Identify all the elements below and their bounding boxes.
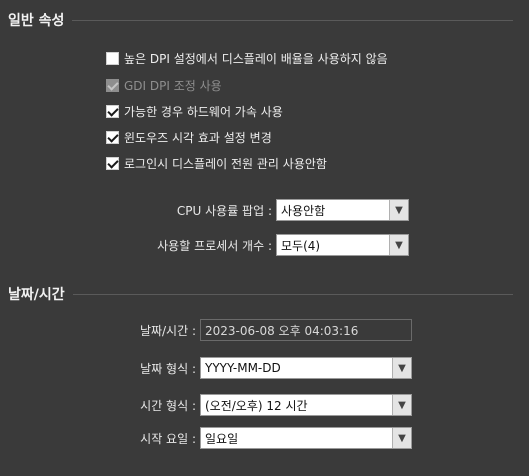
- checkbox: [106, 78, 119, 92]
- current-datetime-row: 날짜/시간 : 2023-06-08 오후 04:03:16: [100, 318, 412, 342]
- cpu-usage-label: CPU 사용률 팝업 :: [176, 203, 272, 218]
- cpu-usage-row: CPU 사용률 팝업 : 사용안함 ▼: [100, 198, 409, 222]
- option-label: 가능한 경우 하드웨어 가속 사용: [124, 104, 283, 119]
- time-format-row: 시간 형식 : (오전/오후) 12 시간 ▼: [100, 393, 412, 417]
- current-datetime-field: 2023-06-08 오후 04:03:16: [200, 319, 412, 341]
- date-format-value: YYYY-MM-DD: [205, 361, 281, 375]
- chevron-down-icon[interactable]: ▼: [392, 395, 411, 415]
- chevron-down-icon[interactable]: ▼: [392, 428, 411, 448]
- current-datetime-value: 2023-06-08 오후 04:03:16: [205, 323, 359, 338]
- processor-count-select[interactable]: 모두(4) ▼: [276, 234, 409, 256]
- option-gdi-dpi-scaling: GDI DPI 조정 사용: [106, 75, 222, 95]
- week-start-select[interactable]: 일요일 ▼: [200, 427, 412, 449]
- week-start-value: 일요일: [205, 431, 239, 446]
- option-label: GDI DPI 조정 사용: [124, 78, 222, 93]
- checkbox[interactable]: [106, 156, 119, 170]
- current-datetime-label: 날짜/시간 :: [139, 323, 196, 338]
- general-section-header: 일반 속성: [0, 10, 529, 30]
- date-format-row: 날짜 형식 : YYYY-MM-DD ▼: [100, 356, 412, 380]
- cpu-usage-value: 사용안함: [281, 203, 326, 218]
- checkbox[interactable]: [106, 51, 119, 65]
- option-label: 로그인시 디스플레이 전원 관리 사용안함: [124, 156, 327, 171]
- processor-count-value: 모두(4): [281, 238, 321, 253]
- option-visual-effects[interactable]: 윈도우즈 시각 효과 설정 변경: [106, 127, 272, 147]
- option-disable-power-management[interactable]: 로그인시 디스플레이 전원 관리 사용안함: [106, 153, 327, 173]
- chevron-down-icon[interactable]: ▼: [392, 358, 411, 378]
- time-format-select[interactable]: (오전/오후) 12 시간 ▼: [200, 394, 412, 416]
- datetime-section-header: 날짜/시간: [0, 284, 529, 304]
- option-hardware-acceleration[interactable]: 가능한 경우 하드웨어 가속 사용: [106, 101, 283, 121]
- option-disable-dpi-scaling[interactable]: 높은 DPI 설정에서 디스플레이 배율을 사용하지 않음: [106, 48, 388, 68]
- chevron-down-icon[interactable]: ▼: [389, 235, 408, 255]
- datetime-section-title: 날짜/시간: [8, 287, 65, 303]
- checkbox[interactable]: [106, 130, 119, 144]
- chevron-down-icon[interactable]: ▼: [389, 200, 408, 220]
- cpu-usage-select[interactable]: 사용안함 ▼: [276, 199, 409, 221]
- week-start-row: 시작 요일 : 일요일 ▼: [100, 426, 412, 450]
- week-start-label: 시작 요일 :: [140, 431, 196, 446]
- section-divider: [72, 293, 513, 295]
- time-format-value: (오전/오후) 12 시간: [205, 398, 308, 413]
- general-section-title: 일반 속성: [8, 13, 65, 29]
- time-format-label: 시간 형식 :: [140, 398, 196, 413]
- checkbox[interactable]: [106, 104, 119, 118]
- date-format-select[interactable]: YYYY-MM-DD ▼: [200, 357, 412, 379]
- date-format-label: 날짜 형식 :: [140, 361, 196, 376]
- option-label: 높은 DPI 설정에서 디스플레이 배율을 사용하지 않음: [124, 51, 388, 66]
- option-label: 윈도우즈 시각 효과 설정 변경: [124, 130, 272, 145]
- processor-count-label: 사용할 프로세서 개수 :: [157, 238, 272, 253]
- processor-count-row: 사용할 프로세서 개수 : 모두(4) ▼: [100, 233, 409, 257]
- section-divider: [72, 19, 513, 21]
